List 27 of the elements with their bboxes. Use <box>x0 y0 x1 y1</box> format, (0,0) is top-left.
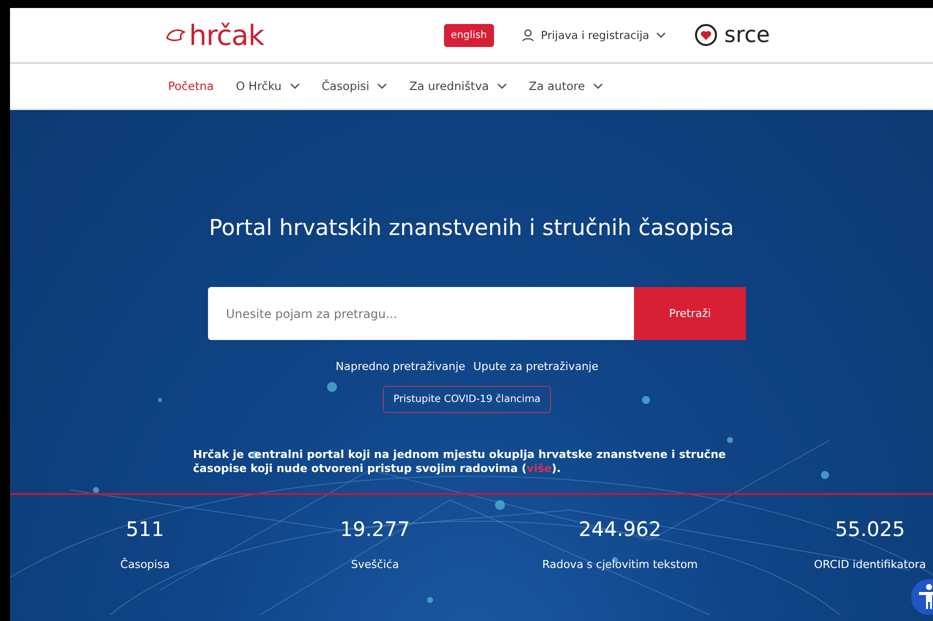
login-menu[interactable]: Prijava i registracija <box>522 28 666 42</box>
chevron-down-icon <box>656 32 666 38</box>
search-field[interactable]: Unesite pojam za pretragu... <box>208 287 634 340</box>
nav-item[interactable]: Početna <box>168 79 214 93</box>
stat-value: 19.277 <box>340 516 410 541</box>
stat-value: 244.962 <box>578 516 662 541</box>
search-help-link[interactable]: Napredno pretraživanje <box>336 360 466 373</box>
stat-label: Časopisa <box>120 558 170 571</box>
nav-item[interactable]: Za uredništva <box>409 79 507 93</box>
search-help-link[interactable]: Upute za pretraživanje <box>473 360 598 373</box>
hero-title: Portal hrvatskih znanstvenih i stručnih časopisa <box>208 216 735 241</box>
logo-text: hrčak <box>189 18 264 52</box>
stat-label: Radova s cjelovitim tekstom <box>542 558 698 571</box>
stat-value: 511 <box>126 516 164 541</box>
intro-paragraph: Hrčak je centralni portal koji na jednom mjestu okuplja hrvatske znanstvene i stručne časopise koji nude otvoreni pristup svojim radovima (više). <box>193 448 727 477</box>
stat-label: ORCID identifikatora <box>814 558 926 571</box>
covid-button[interactable]: Pristupite COVID-19 člancima <box>383 386 551 413</box>
language-button[interactable]: english <box>444 24 494 46</box>
srce-logo[interactable]: srce <box>694 22 770 48</box>
search-button[interactable]: Pretraži <box>634 287 746 340</box>
nav-item[interactable]: Za autore <box>528 79 603 93</box>
nav-item[interactable]: Časopisi <box>322 79 388 93</box>
hrcak-logo[interactable]: hrčak <box>165 18 264 52</box>
stat-value: 55.025 <box>835 516 905 541</box>
nav-item[interactable]: O Hrčku <box>236 79 300 93</box>
stat-label: Sveščića <box>351 558 399 571</box>
user-icon <box>522 28 534 42</box>
